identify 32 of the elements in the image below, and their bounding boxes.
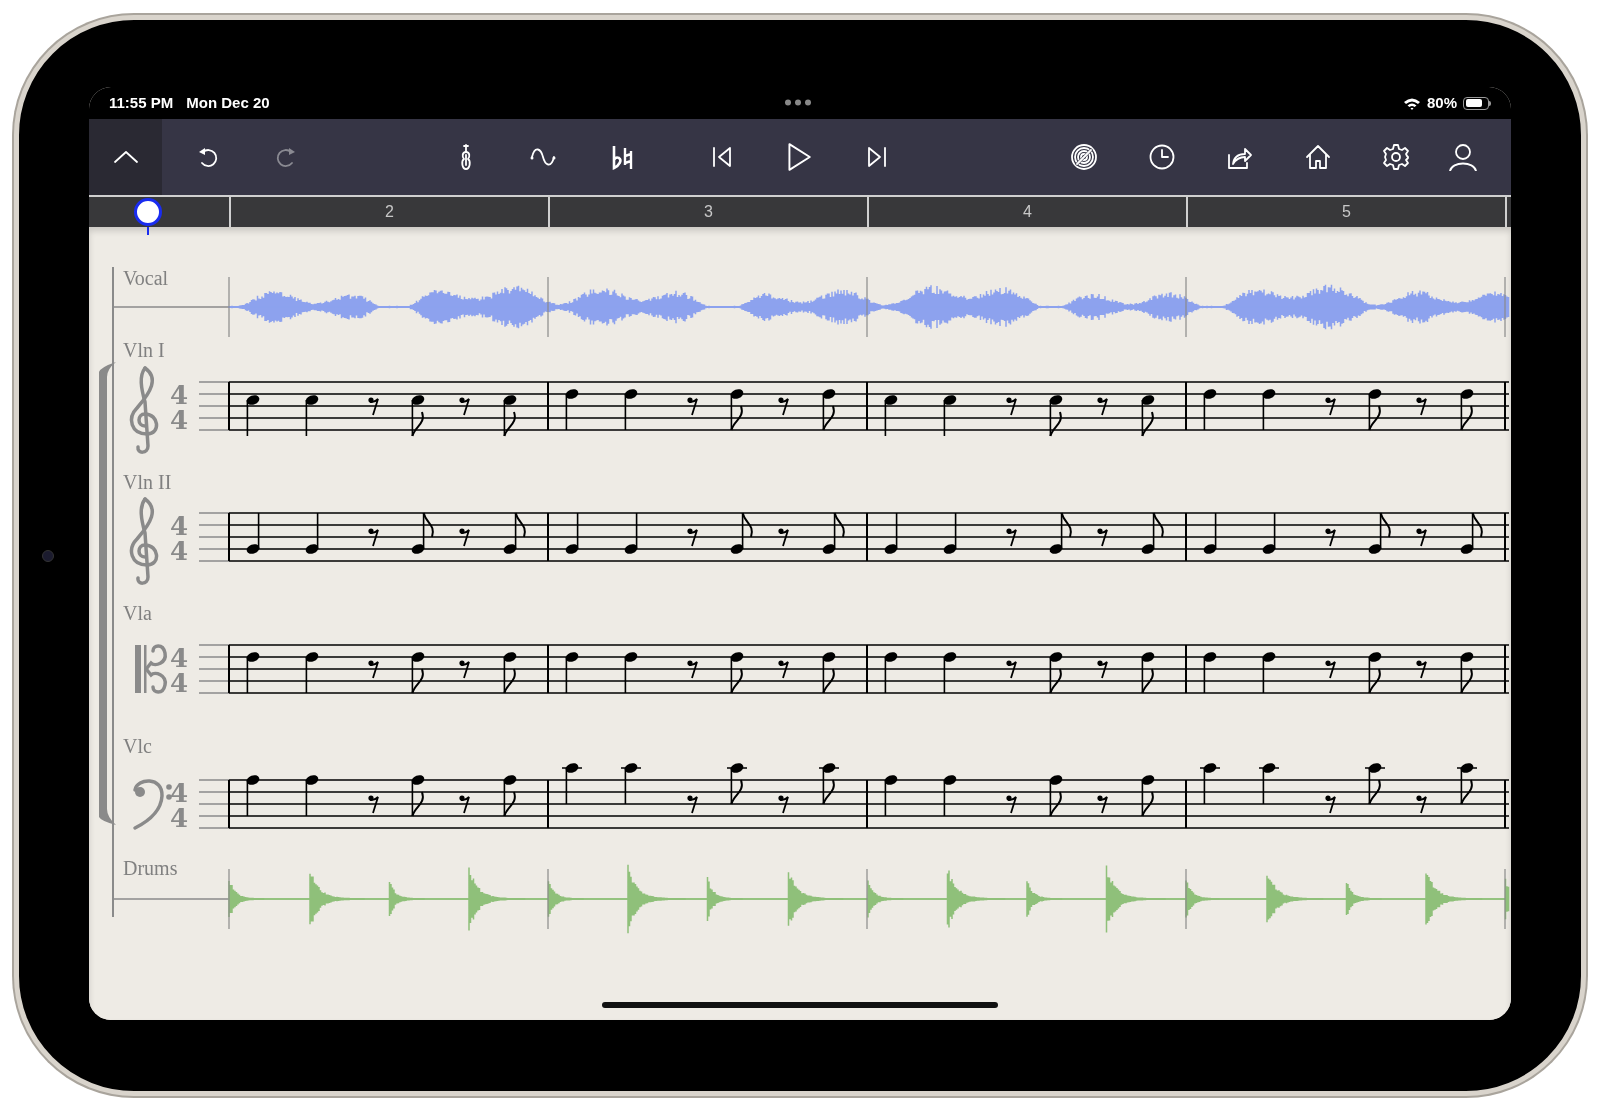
home-icon	[1304, 143, 1332, 171]
clock-icon	[1148, 143, 1176, 171]
track-name: Vln II	[123, 471, 172, 493]
time-signature: 4 4	[169, 380, 189, 435]
time-signature: 4 4	[169, 643, 189, 698]
bar-number: 4	[1023, 202, 1032, 222]
wifi-icon	[1402, 96, 1421, 110]
alto-clef-icon	[135, 644, 167, 694]
track-name: Drums	[123, 857, 178, 879]
treble-clef-icon	[129, 497, 159, 585]
track-name: Vla	[123, 602, 152, 624]
time-signature: 4 4	[169, 511, 189, 566]
status-date: Mon Dec 20	[186, 92, 270, 113]
vinyl-disc-icon	[1070, 143, 1098, 171]
bar-number: 2	[385, 202, 394, 222]
track-name: Vln I	[123, 339, 165, 361]
time-signature: 4 4	[169, 778, 189, 833]
playhead-line	[147, 227, 149, 236]
playhead-handle[interactable]	[134, 198, 162, 226]
timeline-ruler[interactable]: 2 3 4 5	[89, 195, 1511, 227]
settings-icon	[1382, 143, 1410, 171]
more-dots-icon	[784, 99, 812, 106]
treble-clef-icon	[129, 366, 159, 454]
track-name: Vlc	[123, 735, 152, 757]
bar-number: 3	[704, 202, 713, 222]
person-icon	[1449, 143, 1477, 171]
bass-clef-icon	[133, 779, 172, 830]
track-name: Vocal	[123, 267, 169, 289]
bar-number: 5	[1342, 202, 1351, 222]
battery-percentage: 80%	[1426, 92, 1457, 113]
battery-icon	[1463, 96, 1491, 110]
status-time: 11:55 PM	[109, 92, 174, 113]
